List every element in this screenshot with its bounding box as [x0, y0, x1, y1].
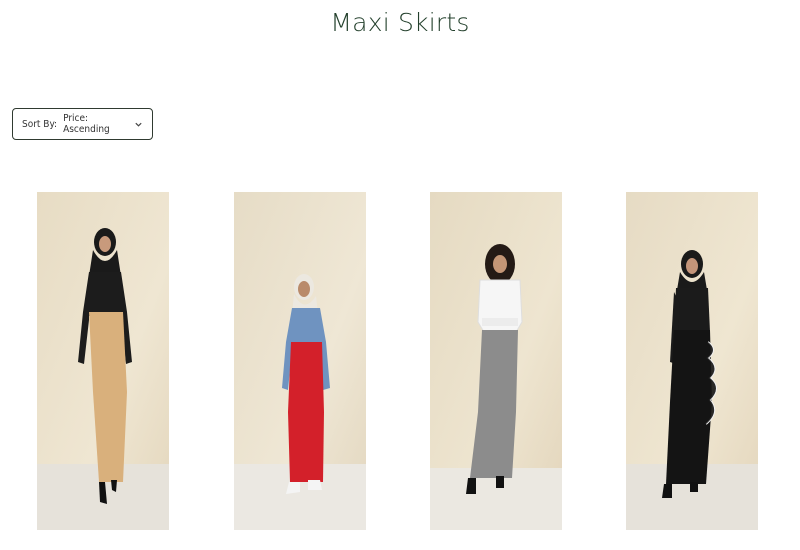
page-title: Maxi Skirts	[330, 8, 470, 37]
product-image-2[interactable]	[234, 192, 366, 530]
product-image-4[interactable]	[626, 192, 758, 530]
product-card-4[interactable]	[626, 192, 758, 530]
product-card-1[interactable]	[37, 192, 169, 530]
product-card-2[interactable]	[234, 192, 366, 530]
product-card-3[interactable]	[430, 192, 562, 530]
sort-selected-value: Price: Ascending	[63, 113, 110, 135]
product-image-1[interactable]	[37, 192, 169, 530]
sort-label: Sort By:	[22, 118, 58, 130]
sort-dropdown[interactable]: Sort By: Price: Ascending	[12, 108, 153, 140]
product-image-3[interactable]	[430, 192, 562, 530]
chevron-down-icon	[135, 122, 142, 127]
